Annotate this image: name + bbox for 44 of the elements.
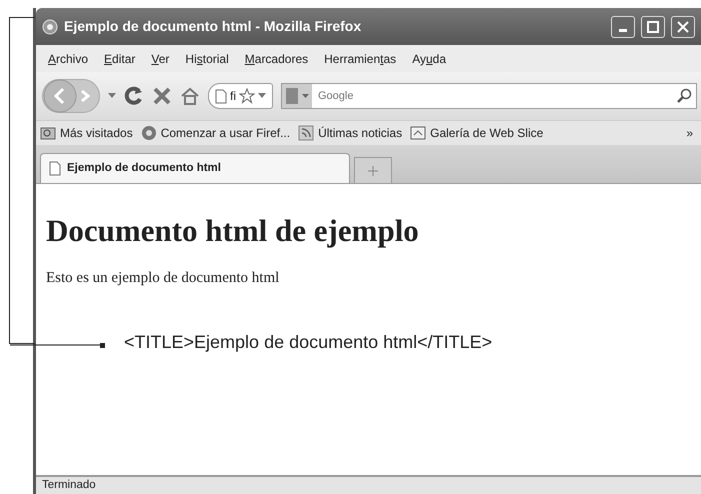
bookmark-link[interactable]: Comenzar a usar Firef... [160,124,290,142]
stop-icon[interactable] [152,86,172,106]
caret-icon[interactable] [258,93,266,99]
browser-tab[interactable]: Ejemplo de documento html [40,153,350,183]
reload-icon[interactable] [124,86,144,106]
bookmark-link[interactable]: Galería de Web Slice [430,124,544,142]
page-icon [215,88,227,104]
page-icon [49,161,61,176]
menu-item[interactable]: Historial [185,50,229,68]
maximize-icon [647,20,659,32]
status-bar: Terminado [36,475,701,494]
bookmarks-overflow-button[interactable]: » [686,124,693,142]
caret-icon[interactable] [108,93,116,99]
callout-text: <TITLE>Ejemplo de documento html</TITLE> [124,331,492,354]
plus-icon [368,166,378,176]
menu-item[interactable]: Editar [104,50,136,68]
window-title: Ejemplo de documento html - Mozilla Firefox [64,17,362,36]
window-icon [410,125,426,141]
back-icon[interactable] [43,79,77,113]
bookmark-link[interactable]: Más visitados [60,124,133,142]
search-icon[interactable] [676,88,692,104]
page-heading: Documento html de ejemplo [46,212,420,250]
minimize-icon [619,28,627,32]
menu-item[interactable]: Ayuda [412,50,446,68]
feed-icon [298,125,314,141]
search-engine-icon[interactable] [282,84,312,108]
folder-icon [40,125,56,141]
menu-item[interactable]: Ver [151,50,170,68]
menu-item[interactable]: Marcadores [244,50,308,68]
url-text: fi [230,88,236,105]
back-forward-control[interactable] [42,79,100,113]
search-bar[interactable]: Google [281,83,697,109]
menu-item[interactable]: Herramientas [324,50,396,68]
close-icon [677,20,689,32]
menu-item[interactable]: Archivo [48,50,88,68]
close-button[interactable] [671,16,695,38]
address-bar[interactable]: fi [208,83,273,109]
bookmark-link[interactable]: Últimas noticias [318,124,402,142]
minimize-button[interactable] [611,16,635,38]
home-icon[interactable] [180,86,200,106]
page-paragraph: Esto es un ejemplo de documento html [46,269,280,288]
maximize-button[interactable] [641,16,665,38]
star-icon[interactable] [239,88,255,104]
browser-logo-icon [42,18,58,34]
